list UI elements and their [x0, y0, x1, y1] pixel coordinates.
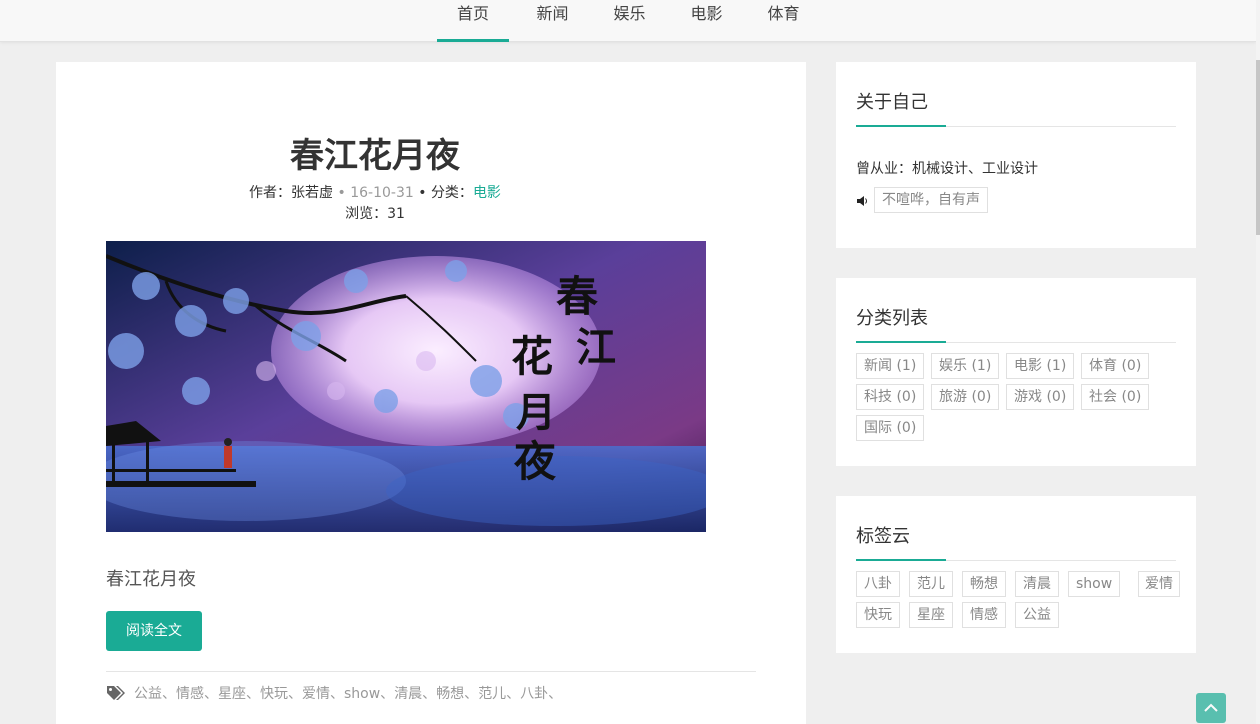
about-motto: 不喧哗，自有声 — [874, 187, 988, 213]
tagcloud-item[interactable]: 情感 — [962, 602, 1006, 628]
category-item-movies[interactable]: 电影 (1) — [1006, 353, 1075, 379]
post-tag[interactable]: 清晨、 — [394, 683, 436, 703]
about-title-underline — [856, 125, 1176, 127]
post-meta: 作者：张若虚 • 16-10-31 • 分类：电影 — [0, 182, 750, 202]
svg-text:春: 春 — [556, 272, 598, 321]
category-item-travel[interactable]: 旅游 (0) — [931, 384, 1000, 410]
category-item-entertainment[interactable]: 娱乐 (1) — [931, 353, 1000, 379]
banner-illustration: 春 江 花 月 夜 — [106, 241, 706, 532]
post-tag[interactable]: 范儿、 — [478, 683, 520, 703]
post-tag[interactable]: 公益、 — [134, 683, 176, 703]
author-name: 张若虚 — [291, 185, 334, 201]
post-tag[interactable]: 畅想、 — [436, 683, 478, 703]
speaker-icon — [857, 196, 867, 206]
categories-title: 分类列表 — [856, 308, 928, 329]
read-more-button[interactable]: 阅读全文 — [106, 611, 202, 651]
category-link[interactable]: 电影 — [473, 185, 501, 201]
tagcloud-item[interactable]: 畅想 — [962, 571, 1006, 597]
back-to-top-button[interactable] — [1196, 693, 1226, 723]
nav-item-entertainment[interactable]: 娱乐 — [591, 0, 668, 42]
post-excerpt: 春江花月夜 — [106, 569, 196, 590]
post-date: 16-10-31 — [350, 185, 414, 201]
about-title: 关于自己 — [856, 92, 928, 113]
views-label: 浏览： — [345, 206, 388, 222]
post-tags: 公益、 情感、 星座、 快玩、 爱情、 show、 清晨、 畅想、 范儿、 八卦… — [106, 683, 562, 703]
tags-icon — [107, 686, 125, 700]
post-tag[interactable]: show、 — [344, 683, 394, 703]
about-widget: 关于自己 曾从业：机械设计、工业设计 不喧哗，自有声 — [836, 62, 1196, 248]
nav-item-home[interactable]: 首页 — [437, 0, 509, 42]
meta-separator: • — [337, 185, 346, 201]
nav-item-news[interactable]: 新闻 — [514, 0, 591, 42]
page-scrollbar[interactable] — [1256, 0, 1260, 724]
category-item-games[interactable]: 游戏 (0) — [1006, 384, 1075, 410]
post-tag[interactable]: 八卦、 — [520, 683, 562, 703]
post-tag[interactable]: 爱情、 — [302, 683, 344, 703]
tagcloud-item[interactable]: 清晨 — [1015, 571, 1059, 597]
tagcloud-item[interactable]: 八卦 — [856, 571, 900, 597]
tagcloud-widget: 标签云 八卦 范儿 畅想 清晨 show 爱情 快玩 星座 情感 公益 — [836, 496, 1196, 653]
category-item-international[interactable]: 国际 (0) — [856, 415, 925, 441]
category-item-sports[interactable]: 体育 (0) — [1081, 353, 1150, 379]
tagcloud-title: 标签云 — [856, 526, 910, 547]
category-item-society[interactable]: 社会 (0) — [1081, 384, 1150, 410]
categories-title-underline — [856, 341, 1176, 343]
post-divider — [106, 671, 756, 672]
category-label: 分类： — [430, 185, 473, 201]
category-item-tech[interactable]: 科技 (0) — [856, 384, 925, 410]
about-work-text: 曾从业：机械设计、工业设计 — [856, 161, 1038, 177]
post-views: 浏览：31 — [0, 203, 750, 223]
svg-text:夜: 夜 — [513, 437, 557, 486]
nav-item-sports[interactable]: 体育 — [745, 0, 822, 42]
categories-widget: 分类列表 新闻 (1) 娱乐 (1) 电影 (1) 体育 (0) 科技 (0) … — [836, 278, 1196, 466]
nav-item-movies[interactable]: 电影 — [668, 0, 745, 42]
chevron-up-icon — [1204, 703, 1218, 712]
tagcloud-item[interactable]: show — [1068, 571, 1121, 597]
author-label: 作者： — [249, 185, 292, 201]
svg-text:花: 花 — [511, 332, 553, 381]
tagcloud-item[interactable]: 范儿 — [909, 571, 953, 597]
svg-text:月: 月 — [516, 389, 556, 436]
category-item-news[interactable]: 新闻 (1) — [856, 353, 925, 379]
post-banner-image[interactable]: 春 江 花 月 夜 — [106, 241, 706, 532]
top-navbar: 首页 新闻 娱乐 电影 体育 — [0, 0, 1256, 42]
svg-text:江: 江 — [576, 324, 616, 371]
tagcloud-title-underline — [856, 559, 1176, 561]
tagcloud-item[interactable]: 公益 — [1015, 602, 1059, 628]
views-count: 31 — [387, 206, 405, 222]
tagcloud-item[interactable]: 星座 — [909, 602, 953, 628]
meta-separator: • — [418, 185, 427, 201]
tagcloud-item[interactable]: 爱情 — [1138, 571, 1180, 597]
post-tag[interactable]: 星座、 — [218, 683, 260, 703]
post-tag[interactable]: 快玩、 — [260, 683, 302, 703]
tagcloud-item[interactable]: 快玩 — [856, 602, 900, 628]
post-tag[interactable]: 情感、 — [176, 683, 218, 703]
main-menu: 首页 新闻 娱乐 电影 体育 — [437, 0, 822, 42]
scrollbar-thumb[interactable] — [1256, 60, 1260, 235]
post-title[interactable]: 春江花月夜 — [0, 128, 750, 177]
